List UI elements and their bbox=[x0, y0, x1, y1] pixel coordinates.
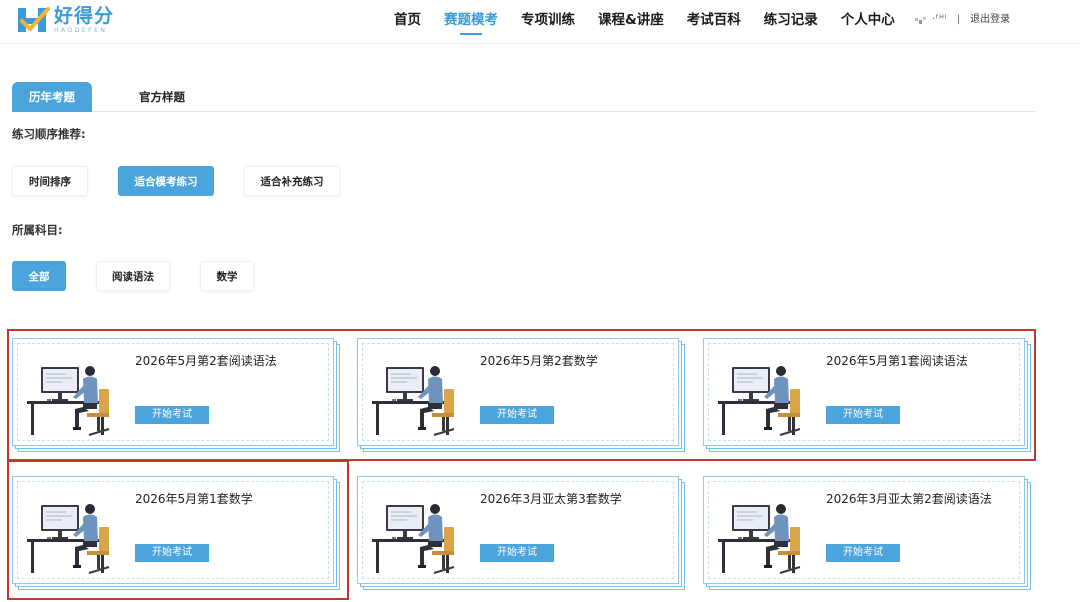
logo[interactable]: 好得分 HAODEFEN bbox=[16, 5, 114, 35]
exam-card-body[interactable]: 2026年5月第1套数学开始考试 bbox=[12, 476, 334, 584]
start-exam-button[interactable]: 开始考试 bbox=[480, 406, 554, 424]
logo-mark-icon bbox=[18, 7, 50, 32]
user-area: ·ᶠᴴᴵ | 退出登录 bbox=[914, 12, 1010, 28]
start-exam-button[interactable]: 开始考试 bbox=[826, 544, 900, 562]
order-by-time-button[interactable]: 时间排序 bbox=[12, 166, 88, 196]
order-supplementary-button[interactable]: 适合补充练习 bbox=[244, 166, 340, 196]
exam-card[interactable]: 2026年5月第2套数学开始考试 bbox=[357, 338, 687, 454]
start-exam-button[interactable]: 开始考试 bbox=[135, 544, 209, 562]
student-computer-illustration bbox=[372, 366, 455, 436]
exam-card-body[interactable]: 2026年3月亚太第2套阅读语法开始考试 bbox=[703, 476, 1025, 584]
nav-special-training[interactable]: 专项训练 bbox=[521, 12, 575, 28]
exam-title: 2026年3月亚太第2套阅读语法 bbox=[826, 492, 992, 506]
subject-math-button[interactable]: 数学 bbox=[200, 261, 254, 291]
top-header: 好得分 HAODEFEN 首页 赛题模考 专项训练 课程&讲座 考试百科 练习记… bbox=[0, 0, 1080, 44]
exam-card[interactable]: 2026年5月第1套数学开始考试 bbox=[12, 476, 342, 592]
tab-past-exams[interactable]: 历年考题 bbox=[12, 82, 92, 112]
exam-title: 2026年5月第1套数学 bbox=[135, 492, 253, 506]
nav-mock-exam[interactable]: 赛题模考 bbox=[444, 12, 498, 35]
avatar[interactable] bbox=[914, 14, 928, 26]
start-exam-button[interactable]: 开始考试 bbox=[135, 406, 209, 424]
exam-card-body[interactable]: 2026年5月第2套数学开始考试 bbox=[357, 338, 679, 446]
start-exam-button[interactable]: 开始考试 bbox=[480, 544, 554, 562]
nav-home[interactable]: 首页 bbox=[394, 12, 421, 28]
exam-card-body[interactable]: 2026年5月第1套阅读语法开始考试 bbox=[703, 338, 1025, 446]
exam-card[interactable]: 2026年3月亚太第2套阅读语法开始考试 bbox=[703, 476, 1033, 592]
subject-section-label: 所属科目: bbox=[12, 223, 63, 237]
subject-reading-grammar-button[interactable]: 阅读语法 bbox=[96, 261, 170, 291]
exam-card-body[interactable]: 2026年3月亚太第3套数学开始考试 bbox=[357, 476, 679, 584]
exam-title: 2026年5月第2套数学 bbox=[480, 354, 598, 368]
exam-type-tabs: 历年考题 官方样题 bbox=[12, 82, 1036, 112]
student-computer-illustration bbox=[718, 504, 801, 574]
nav-exam-wiki[interactable]: 考试百科 bbox=[687, 12, 741, 28]
student-computer-illustration bbox=[718, 366, 801, 436]
start-exam-button[interactable]: 开始考试 bbox=[826, 406, 900, 424]
subject-all-button[interactable]: 全部 bbox=[12, 261, 66, 291]
main-nav: 首页 赛题模考 专项训练 课程&讲座 考试百科 练习记录 个人中心 bbox=[394, 12, 918, 35]
nav-practice-records[interactable]: 练习记录 bbox=[764, 12, 818, 28]
exam-card-body[interactable]: 2026年5月第2套阅读语法开始考试 bbox=[12, 338, 334, 446]
logo-text: 好得分 bbox=[54, 4, 115, 27]
order-mock-exam-button[interactable]: 适合模考练习 bbox=[118, 166, 214, 196]
logout-link[interactable]: 退出登录 bbox=[970, 12, 1010, 28]
exam-title: 2026年3月亚太第3套数学 bbox=[480, 492, 622, 506]
exam-title: 2026年5月第1套阅读语法 bbox=[826, 354, 968, 368]
student-computer-illustration bbox=[27, 504, 110, 574]
tab-official-samples[interactable]: 官方样题 bbox=[122, 82, 202, 112]
exam-title: 2026年5月第2套阅读语法 bbox=[135, 354, 277, 368]
student-computer-illustration bbox=[27, 366, 110, 436]
user-divider: | bbox=[956, 14, 961, 25]
username[interactable]: ·ᶠᴴᴵ bbox=[932, 12, 947, 28]
exam-card[interactable]: 2026年5月第2套阅读语法开始考试 bbox=[12, 338, 342, 454]
nav-courses-lectures[interactable]: 课程&讲座 bbox=[598, 12, 664, 28]
exam-card[interactable]: 2026年5月第1套阅读语法开始考试 bbox=[703, 338, 1033, 454]
order-section-label: 练习顺序推荐: bbox=[12, 127, 86, 141]
logo-subtext: HAODEFEN bbox=[54, 26, 108, 34]
nav-personal-center[interactable]: 个人中心 bbox=[841, 12, 895, 28]
student-computer-illustration bbox=[372, 504, 455, 574]
exam-card[interactable]: 2026年3月亚太第3套数学开始考试 bbox=[357, 476, 687, 592]
